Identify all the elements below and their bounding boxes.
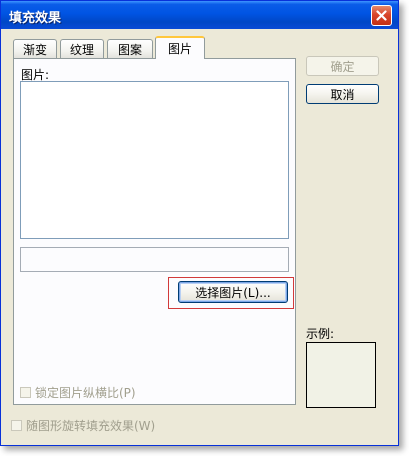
sample-preview — [306, 342, 376, 408]
tab-gradient[interactable]: 渐变 — [13, 39, 57, 58]
rotate-with-shape-label: 随图形旋转填充效果(W) — [26, 419, 156, 433]
picture-preview — [20, 81, 289, 239]
sample-label: 示例: — [306, 327, 335, 341]
lock-aspect-ratio-checkbox[interactable] — [20, 387, 31, 398]
close-icon — [376, 10, 387, 21]
cancel-button[interactable]: 取消 — [306, 84, 379, 104]
tab-picture[interactable]: 图片 — [155, 36, 205, 59]
window-title: 填充效果 — [9, 11, 62, 26]
cancel-button-label: 取消 — [330, 87, 355, 102]
ok-button-label: 确定 — [330, 59, 355, 74]
picture-filename-field — [20, 247, 289, 272]
picture-tab-panel: 图片: 选择图片(L)... 锁定图片纵横比(P) — [13, 58, 296, 405]
title-bar[interactable]: 填充效果 — [1, 1, 398, 29]
close-button[interactable] — [371, 5, 392, 26]
fill-effects-dialog: 填充效果 渐变 纹理 图案 图片 图片: 选择图片(L)... 锁定图片纵横比(… — [0, 0, 399, 446]
rotate-with-shape-option[interactable]: 随图形旋转填充效果(W) — [11, 417, 155, 434]
tab-gradient-label: 渐变 — [22, 42, 47, 57]
lock-aspect-ratio-option[interactable]: 锁定图片纵横比(P) — [20, 384, 136, 401]
lock-aspect-ratio-label: 锁定图片纵横比(P) — [35, 386, 136, 400]
select-picture-button[interactable]: 选择图片(L)... — [178, 281, 288, 303]
tab-texture[interactable]: 纹理 — [60, 39, 104, 58]
tab-picture-label: 图片 — [167, 42, 192, 56]
rotate-with-shape-checkbox[interactable] — [11, 420, 22, 431]
tab-texture-label: 纹理 — [69, 42, 94, 57]
select-picture-button-label: 选择图片(L)... — [195, 285, 271, 300]
tab-pattern[interactable]: 图案 — [107, 39, 153, 58]
ok-button[interactable]: 确定 — [306, 56, 379, 76]
tab-pattern-label: 图案 — [117, 42, 142, 57]
